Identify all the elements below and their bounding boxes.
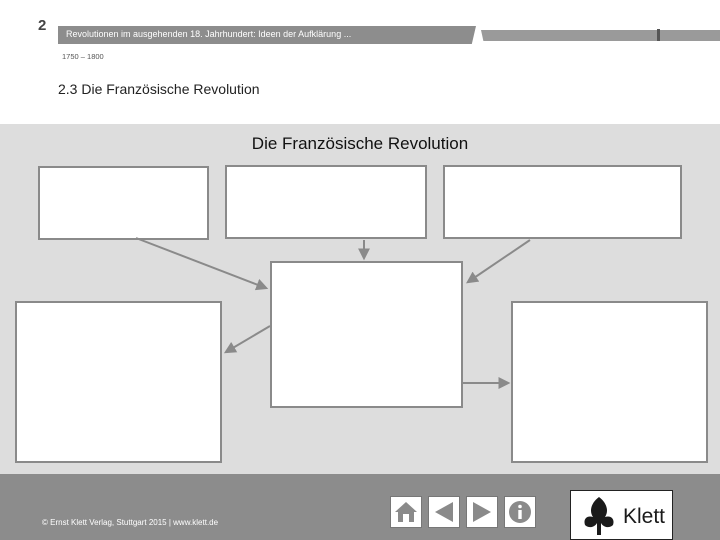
diagram-title: Die Französische Revolution [251, 134, 469, 153]
header-bar-right [481, 30, 720, 41]
bottom-left-box[interactable] [15, 301, 222, 463]
home-button[interactable] [390, 496, 422, 528]
header-tick [657, 29, 660, 41]
back-button[interactable] [428, 496, 460, 528]
info-icon [509, 501, 531, 523]
info-button[interactable] [504, 496, 536, 528]
header-title: Revolutionen im ausgehenden 18. Jahrhund… [66, 29, 352, 39]
klett-logo: Klett [570, 490, 673, 540]
klett-logo-icon [584, 497, 614, 535]
center-box[interactable] [270, 261, 463, 408]
top-right-box[interactable] [443, 165, 682, 239]
top-center-box[interactable] [225, 165, 427, 239]
klett-logo-text: Klett [623, 505, 666, 528]
header-bar: Revolutionen im ausgehenden 18. Jahrhund… [58, 26, 476, 44]
forward-arrow-icon [473, 502, 491, 522]
top-left-box[interactable] [38, 166, 209, 240]
chapter-number: 2 [38, 17, 47, 34]
forward-button[interactable] [466, 496, 498, 528]
section-title: 2.3 Die Französische Revolution [58, 81, 260, 97]
home-icon [395, 502, 417, 522]
back-arrow-icon [435, 502, 453, 522]
copyright-text: © Ernst Klett Verlag, Stuttgart 2015 | w… [42, 518, 219, 527]
period-label: 1750 – 1800 [62, 52, 104, 61]
bottom-right-box[interactable] [511, 301, 708, 463]
